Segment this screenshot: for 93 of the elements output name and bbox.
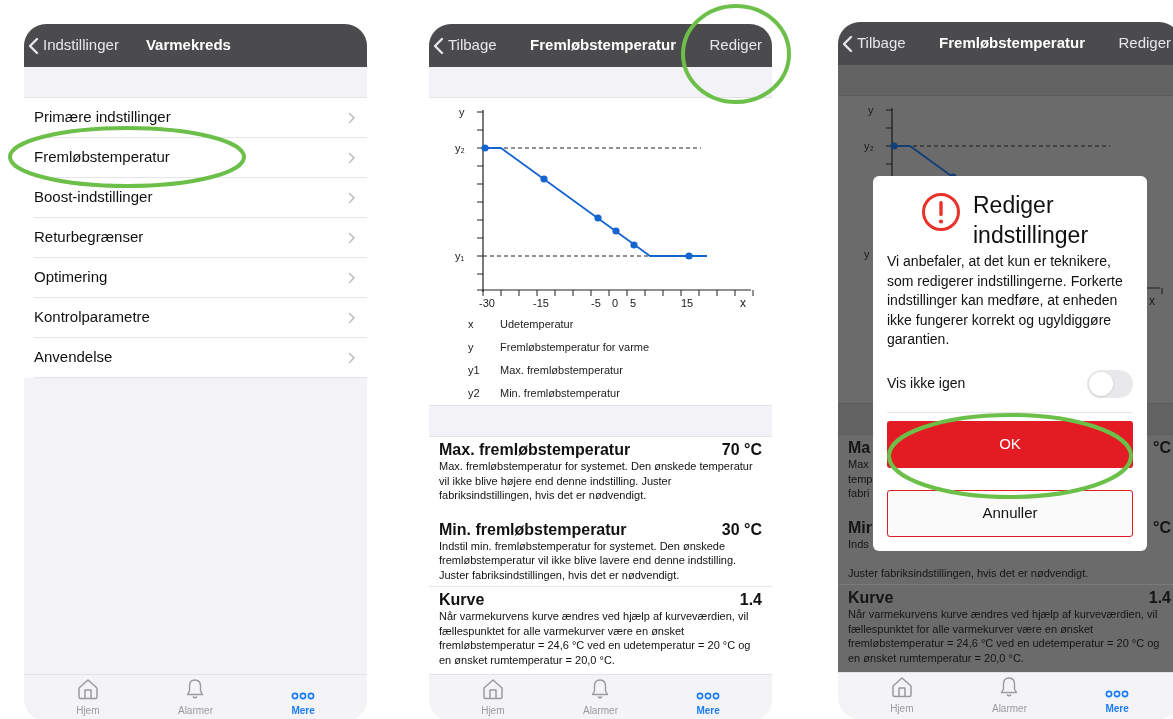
axis-label: y	[868, 104, 874, 116]
back-button[interactable]: Tilbage	[433, 34, 497, 57]
back-button[interactable]: Indstillinger	[28, 34, 119, 57]
house-icon	[890, 676, 913, 698]
screen-title: Varmekreds	[145, 35, 231, 56]
legend-key: y	[468, 339, 500, 356]
setting-title: Ma	[848, 439, 871, 457]
tab-item[interactable]: Mere	[1077, 676, 1158, 716]
back-chevron-icon	[28, 36, 39, 55]
chevron-right-icon	[348, 351, 355, 364]
legend-text: Fremløbstemperatur for varme	[500, 340, 650, 356]
chevron-right-icon	[348, 311, 355, 324]
chevron-right-icon	[348, 151, 355, 164]
legend-key: y1	[468, 362, 500, 379]
toggle-knob	[1089, 371, 1113, 396]
dialog-button[interactable]: OK	[887, 420, 1133, 468]
dialog-title: Rediger indstillinger	[973, 191, 1090, 250]
legend-key: y2	[468, 385, 500, 402]
back-chevron-icon	[842, 34, 853, 53]
axis-label: y₂	[455, 142, 465, 154]
data-point	[630, 241, 638, 249]
setting-description: Max. fremløbstemperatur for systemet. Den ønskede temperatur vil ikke blive højere end denne indstilling. Juster fabriksindstillingen, hvis det er nødvendigt.	[439, 459, 754, 503]
setting-description: Når varmekurvens kurve ændres ved hjælp af kurveværdien, vil fællespunktet for alle varmekurver være en ønsket fremløbstemperatur = 24,6 °C ved en udetemperatur = 20 °C og en ønsket rumtemperatur = 20,0 °C.	[848, 607, 1161, 665]
setting-value: °C	[1153, 439, 1171, 457]
setting-title: Max. fremløbstemperatur	[439, 441, 631, 459]
warning-icon	[921, 192, 961, 232]
setting-description: Indstil min. fremløbstemperatur for systemet. Den ønskede fremløbstemperatur vil ikke blive lavere end denne indstilling. Juster fabriksindstillingen, hvis det er nødvendigt.	[439, 538, 738, 582]
toggle-switch[interactable]	[1087, 369, 1133, 398]
chevron-right-icon	[348, 111, 355, 124]
menu-item[interactable]: Returbegrænser	[34, 218, 367, 258]
setting-value: 70 °C	[721, 441, 762, 459]
menu-item[interactable]: Primære indstillinger	[34, 98, 367, 138]
legend-key: x	[468, 316, 500, 333]
setting-description: Max	[848, 457, 869, 472]
menu-item[interactable]: Optimering	[34, 258, 367, 298]
edit-button[interactable]: Rediger	[709, 34, 762, 57]
tick-label: 15	[680, 297, 694, 309]
chevron-right-icon	[348, 231, 355, 244]
setting-title: Kurve	[439, 591, 485, 609]
setting-value: 1.4	[739, 591, 762, 609]
back-chevron-icon	[433, 36, 444, 55]
menu-item[interactable]: Fremløbstemperatur	[34, 138, 367, 178]
axis-label: x	[740, 296, 746, 310]
house-icon	[481, 678, 504, 700]
dialog-message: Vi anbefaler, at det kun er teknikere, som redigerer indstillingerne. Forkerte indstillinger kan medføre, at enheden ikke fungerer korrekt og ugyldiggøre garantien.	[887, 252, 1124, 349]
more-dots-icon	[1105, 690, 1130, 698]
setting-description: fabri	[848, 486, 870, 501]
axis-label: y	[864, 248, 870, 260]
chevron-right-icon	[348, 271, 355, 284]
setting-description: Inds	[848, 536, 869, 551]
setting-value: 30 °C	[721, 520, 762, 539]
setting-description: temp	[848, 471, 873, 486]
legend-text: Min. fremløbstemperatur	[500, 386, 620, 402]
setting-value: °C	[1153, 518, 1171, 537]
setting-description: Juster fabriksindstillingen, hvis det er nødvendigt.	[848, 565, 1090, 580]
back-button[interactable]: Tilbage	[842, 32, 906, 55]
screen-title: Fremløbstemperatur	[939, 33, 1085, 54]
setting-title: Kurve	[848, 589, 894, 607]
setting-title: Min. fremløbstemperatur	[439, 520, 627, 539]
tab-item[interactable]: Mere	[668, 678, 749, 718]
tick-label: 0	[611, 297, 619, 309]
more-dots-icon	[291, 692, 316, 700]
edit-button[interactable]: Rediger	[1118, 32, 1171, 55]
data-point	[540, 175, 548, 183]
dialog-button[interactable]: Annuller	[887, 489, 1133, 537]
menu-item[interactable]: Kontrolparametre	[34, 298, 367, 338]
legend-text: Udetemperatur	[500, 317, 574, 333]
screen-title: Fremløbstemperatur	[530, 35, 676, 56]
axis-label: x	[1149, 294, 1155, 308]
legend-text: Max. fremløbstemperatur	[500, 363, 623, 379]
bell-icon	[590, 678, 611, 700]
setting-title: Mir	[848, 518, 872, 537]
bell-icon	[999, 676, 1020, 698]
tick-label: -30	[479, 297, 495, 309]
setting-value: 1.4	[1148, 589, 1171, 607]
axis-label: y₂	[864, 140, 874, 152]
toggle-label: Vis ikke igen	[887, 374, 966, 393]
data-point	[594, 214, 602, 222]
axis-label: y₁	[455, 250, 465, 262]
menu-item[interactable]: Boost-indstillinger	[34, 178, 367, 218]
data-point	[481, 144, 489, 152]
house-icon	[76, 678, 99, 700]
axis-label: y	[459, 106, 465, 118]
tick-label: 5	[629, 297, 637, 309]
tab-item[interactable]: Mere	[263, 678, 344, 718]
data-point	[685, 252, 693, 260]
data-point	[612, 227, 620, 235]
tick-label: -5	[591, 297, 601, 309]
more-dots-icon	[696, 692, 721, 700]
tick-label: -15	[533, 297, 549, 309]
setting-description: Når varmekurvens kurve ændres ved hjælp af kurveværdien, vil fællespunktet for alle varmekurver være en ønsket fremløbstemperatur = 24,6 °C ved en udetemperatur = 20 °C og en ønsket rumtemperatur = 20,0 °C.	[439, 609, 752, 667]
chevron-right-icon	[348, 191, 355, 204]
bell-icon	[185, 678, 206, 700]
